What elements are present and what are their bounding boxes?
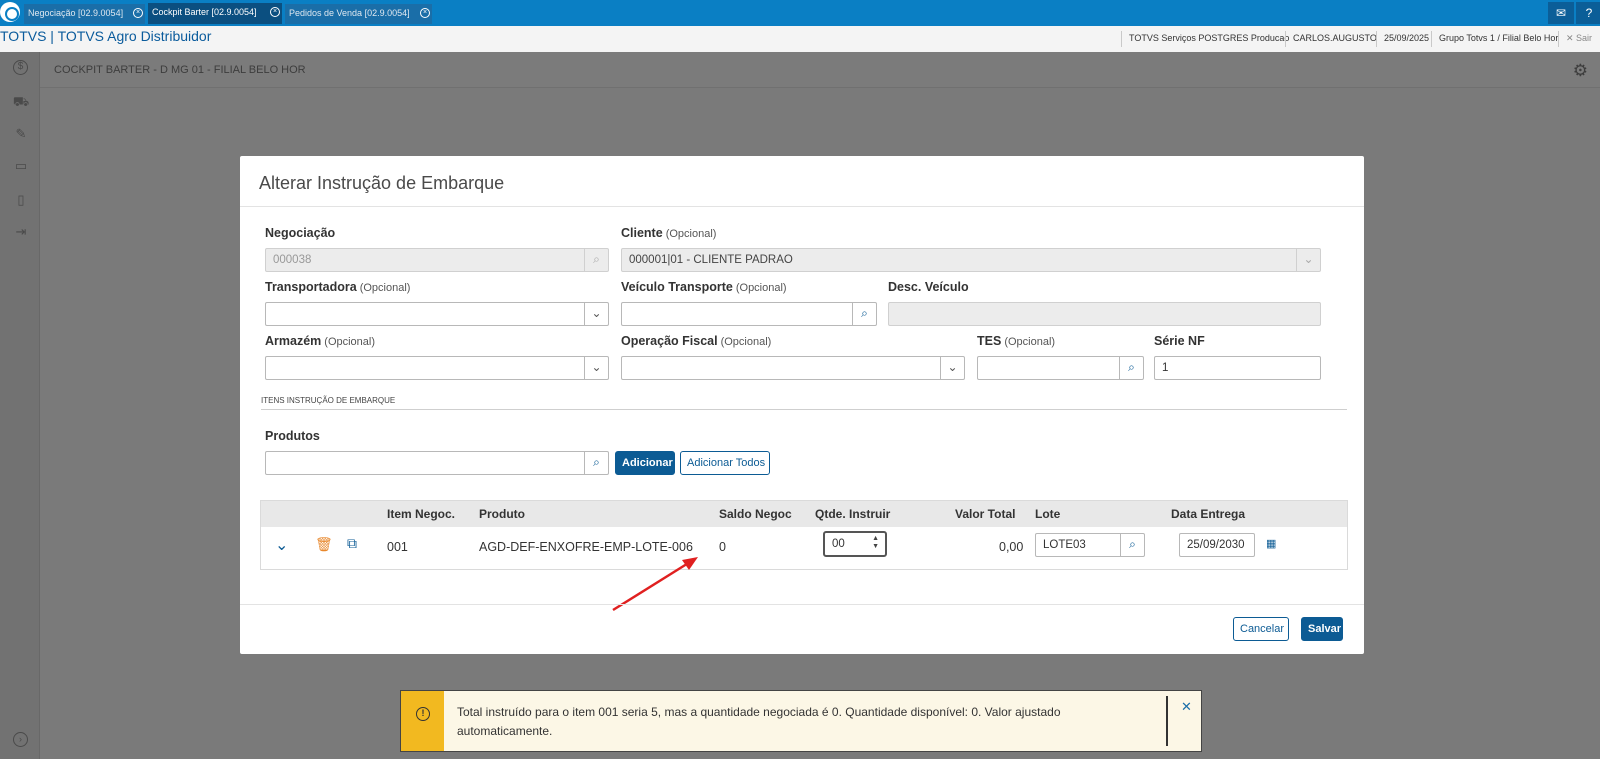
produtos-input[interactable]: ⌕ [265,451,609,475]
edit-shipping-instruction-modal: Alterar Instrução de Embarque Negociação… [240,156,1364,654]
divider [261,409,1347,410]
divider [240,206,1364,207]
cliente-label: Cliente (Opcional) [621,226,717,240]
search-icon[interactable]: ⌕ [1120,534,1144,556]
column-header: Item Negoc. [387,507,456,521]
column-header: Data Entrega [1171,507,1246,521]
table-header: Item Negoc. Produto Saldo Negoc Qtde. In… [261,501,1347,527]
desc-veiculo-field [888,302,1321,326]
negociacao-field: 000038 ⌕ [265,248,609,272]
close-icon: ✕ [1566,33,1577,43]
column-header: Valor Total [955,507,1016,521]
warning-icon: ! [416,707,430,721]
tes-label: TES (Opcional) [977,334,1056,348]
exit-button[interactable]: ✕ Sair [1558,31,1598,47]
save-button[interactable]: Salvar [1301,617,1343,641]
search-icon[interactable]: ⌕ [584,452,608,474]
contract-icon[interactable]: ✎ [12,126,30,142]
truck-icon[interactable]: ⛟ [12,94,30,110]
lote-input[interactable]: LOTE03 ⌕ [1035,533,1145,557]
items-table: Item Negoc. Produto Saldo Negoc Qtde. In… [260,500,1348,570]
desc-veiculo-label: Desc. Veículo [888,280,969,294]
copy-icon[interactable]: ⧉ [347,535,357,552]
close-icon[interactable]: × [133,8,143,18]
logout-icon[interactable]: ⇥ [12,224,30,240]
trash-icon[interactable]: 🗑 [315,536,333,553]
transportadora-label: Transportadora (Opcional) [265,280,411,294]
spin-arrows-icon[interactable]: ▲ ▼ [872,535,879,551]
annotation-arrow [612,557,698,612]
serie-nf-label: Série NF [1154,334,1205,348]
negociacao-label: Negociação [265,226,336,240]
column-header: Produto [479,507,525,521]
divider [1166,696,1168,746]
armazem-label: Armazém (Opcional) [265,334,376,348]
page-header: COCKPIT BARTER - D MG 01 - FILIAL BELO H… [40,52,1600,88]
tab-cockpit-barter[interactable]: Cockpit Barter [02.9.0054] × [148,3,282,24]
chevron-down-icon[interactable]: ⌄ [584,357,608,379]
valor-cell: 0,00 [999,540,1024,554]
cancel-button[interactable]: Cancelar [1233,617,1289,641]
add-all-button[interactable]: Adicionar Todos [680,451,770,475]
saldo-cell: 0 [719,540,726,554]
section-label: ITENS INSTRUÇÃO DE EMBARQUE [261,396,396,405]
chevron-down-icon: ⌄ [1296,249,1320,271]
date-label: 25/09/2025 [1376,31,1435,47]
search-icon[interactable]: ⌕ [1119,357,1143,379]
warning-notification: ! Total instruído para o item 001 seria … [400,690,1202,752]
gear-icon[interactable]: ⚙ [1573,61,1588,81]
chevron-down-icon[interactable]: ⌄ [275,535,288,555]
produtos-label: Produtos [265,429,320,443]
tab-label: Negociação [02.9.0054] [28,8,124,18]
operacao-fiscal-label: Operação Fiscal (Opcional) [621,334,772,348]
serie-nf-input[interactable]: 1 [1154,356,1321,380]
divider [240,604,1364,605]
mail-icon[interactable]: ✉ [1548,2,1574,24]
tab-pedidos-venda[interactable]: Pedidos de Venda [02.9.0054] × [285,4,432,24]
close-icon[interactable]: × [270,7,280,17]
veiculo-label: Veículo Transporte (Opcional) [621,280,787,294]
tab-label: Cockpit Barter [02.9.0054] [152,7,257,17]
top-tab-bar: Negociação [02.9.0054] × Cockpit Barter … [0,0,1600,26]
user-label: CARLOS.AUGUSTO [1285,31,1383,47]
column-header: Lote [1035,507,1061,521]
calendar-icon[interactable]: ▦ [1266,537,1276,550]
modal-title: Alterar Instrução de Embarque [259,173,505,193]
item-cell: 001 [387,540,408,554]
transportadora-select[interactable]: ⌄ [265,302,609,326]
expand-sidebar-icon[interactable]: › [13,732,28,747]
chevron-down-icon[interactable]: ⌄ [940,357,964,379]
money-icon[interactable]: ▭ [12,158,30,174]
search-icon[interactable]: ⌕ [852,303,876,325]
search-icon: ⌕ [584,249,608,271]
help-icon[interactable]: ? [1576,2,1600,24]
sidebar: $ ⛟ ✎ ▭ ▯ ⇥ › [0,52,40,759]
column-header: Qtde. Instruir [815,507,891,521]
veiculo-input[interactable]: ⌕ [621,302,877,326]
tes-input[interactable]: ⌕ [977,356,1144,380]
data-entrega-input[interactable]: 25/09/2030 [1179,533,1255,557]
column-header: Saldo Negoc [719,507,792,521]
close-icon[interactable]: ✕ [1181,699,1192,715]
app-title: TOTVS | TOTVS Agro Distribuidor [0,28,212,44]
operacao-fiscal-select[interactable]: ⌄ [621,356,965,380]
add-button[interactable]: Adicionar [615,451,675,475]
qtde-stepper[interactable]: 00 ▲ ▼ [823,531,887,557]
tab-negociacao[interactable]: Negociação [02.9.0054] × [24,4,145,24]
notification-message: Total instruído para o item 001 seria 5,… [457,705,1061,738]
dollar-icon[interactable]: $ [13,60,28,75]
environment-label: TOTVS Serviços POSTGRES Producao [1121,31,1295,47]
armazem-select[interactable]: ⌄ [265,356,609,380]
app-header: TOTVS | TOTVS Agro Distribuidor TOTVS Se… [0,26,1600,52]
group-label: Grupo Totvs 1 / Filial Belo Hor [1431,31,1564,47]
notification-bar: ! [401,691,444,751]
produto-cell: AGD-DEF-ENXOFRE-EMP-LOTE-006 [479,540,693,554]
tab-label: Pedidos de Venda [02.9.0054] [289,8,410,18]
totvs-logo-icon [0,2,20,22]
chevron-down-icon[interactable]: ⌄ [584,303,608,325]
document-icon[interactable]: ▯ [12,192,30,208]
page-title: COCKPIT BARTER - D MG 01 - FILIAL BELO H… [54,64,306,76]
close-icon[interactable]: × [420,8,430,18]
cliente-select: 000001|01 - CLIENTE PADRAO ⌄ [621,248,1321,272]
